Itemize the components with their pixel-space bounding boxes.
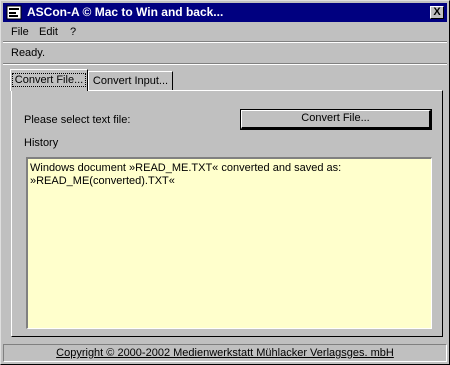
history-line: Windows document »READ_ME.TXT« converted… — [30, 162, 342, 174]
tab-convert-file[interactable]: Convert File... — [10, 69, 88, 91]
status-text: Ready. — [11, 47, 46, 59]
history-line: »READ_ME(converted).TXT« — [30, 175, 175, 187]
tab-convert-file-label: Convert File... — [11, 73, 87, 87]
select-file-label: Please select text file: — [24, 114, 131, 126]
status-divider — [3, 63, 447, 65]
convert-file-panel: Please select text file: Convert File...… — [11, 90, 443, 337]
menu-bar: File Edit ? — [3, 23, 447, 41]
app-icon — [6, 5, 22, 20]
tab-convert-input[interactable]: Convert Input... — [88, 71, 173, 90]
history-label: History — [24, 137, 59, 149]
title-bar[interactable]: ASCon-A © Mac to Win and back... X — [3, 3, 447, 22]
history-box[interactable]: Windows document »READ_ME.TXT« converted… — [26, 157, 432, 329]
close-button[interactable]: X — [430, 6, 444, 19]
menu-file[interactable]: File — [11, 26, 29, 39]
tab-convert-input-label: Convert Input... — [92, 75, 169, 87]
menu-help[interactable]: ? — [70, 26, 76, 39]
menu-edit[interactable]: Edit — [39, 26, 58, 39]
convert-file-button[interactable]: Convert File... — [240, 109, 432, 130]
window-title: ASCon-A © Mac to Win and back... — [27, 5, 224, 19]
copyright-link[interactable]: Copyright © 2000-2002 Medienwerkstatt Mü… — [56, 347, 394, 359]
copyright-statusbar: Copyright © 2000-2002 Medienwerkstatt Mü… — [3, 344, 447, 362]
menu-divider — [3, 41, 447, 43]
app-window: ASCon-A © Mac to Win and back... X File … — [0, 0, 450, 365]
